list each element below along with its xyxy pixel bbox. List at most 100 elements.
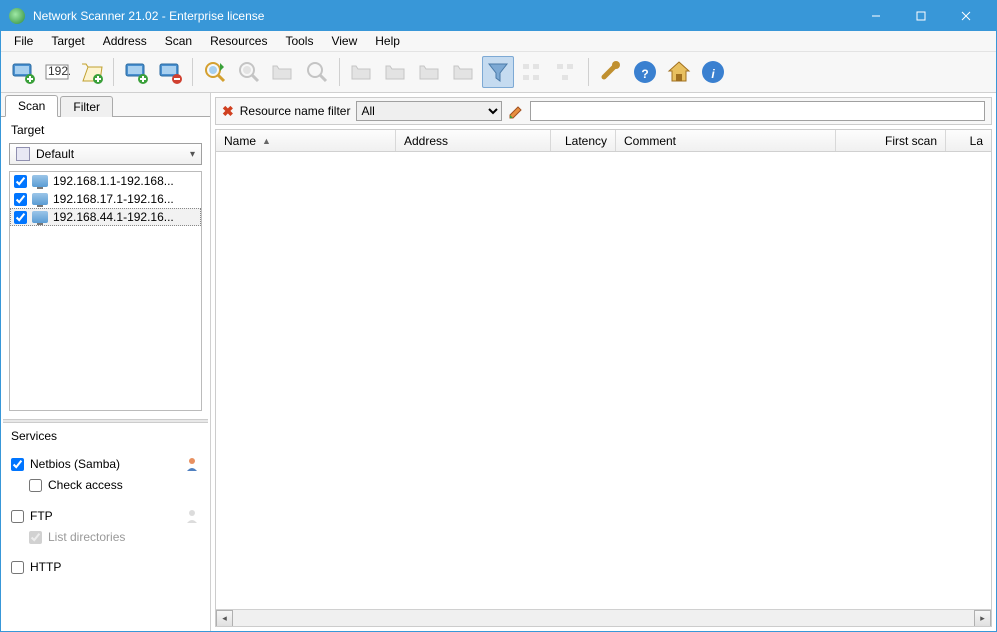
help-button[interactable]: ? [629, 56, 661, 88]
results-table: Name▲ Address Latency Comment First scan… [215, 129, 992, 627]
ftp-label: FTP [30, 509, 53, 523]
folder3-button[interactable] [414, 56, 446, 88]
ftp-list-directories: List directories [11, 527, 200, 547]
left-panel: Scan Filter Target Default ▾ 192.168.1.1… [1, 93, 211, 631]
toolbar-separator [113, 58, 114, 86]
target-row[interactable]: 192.168.1.1-192.168... [10, 172, 201, 190]
column-name[interactable]: Name▲ [216, 130, 396, 151]
services-section-label: Services [1, 423, 210, 447]
window-title: Network Scanner 21.02 - Enterprise licen… [33, 9, 853, 23]
ftp-checkbox[interactable] [11, 510, 24, 523]
window-controls [853, 1, 988, 31]
sort-asc-icon: ▲ [262, 136, 271, 146]
title-bar: Network Scanner 21.02 - Enterprise licen… [1, 1, 996, 31]
tab-filter[interactable]: Filter [60, 96, 113, 117]
column-latency[interactable]: Latency [551, 130, 616, 151]
target-checkbox[interactable] [14, 175, 27, 188]
service-netbios[interactable]: Netbios (Samba) [11, 453, 200, 475]
main-content: Scan Filter Target Default ▾ 192.168.1.1… [1, 93, 996, 631]
target-list[interactable]: 192.168.1.1-192.168... 192.168.17.1-192.… [9, 171, 202, 411]
app-icon [9, 8, 25, 24]
netbios-checkbox[interactable] [11, 458, 24, 471]
netbios-label: Netbios (Samba) [30, 457, 120, 471]
tree2-button[interactable] [550, 56, 582, 88]
edit-filter-icon[interactable] [508, 103, 524, 119]
scroll-left-button[interactable]: ◂ [216, 610, 233, 627]
results-body[interactable] [216, 152, 991, 609]
menu-target[interactable]: Target [42, 32, 93, 50]
target-profile-dropdown[interactable]: Default ▾ [9, 143, 202, 165]
filter-funnel-button[interactable] [482, 56, 514, 88]
target-checkbox[interactable] [14, 193, 27, 206]
profile-icon [16, 147, 30, 161]
menu-view[interactable]: View [322, 32, 366, 50]
toolbar-separator [192, 58, 193, 86]
column-address[interactable]: Address [396, 130, 551, 151]
http-label: HTTP [30, 560, 61, 574]
chevron-down-icon: ▾ [190, 149, 195, 160]
services-panel: Netbios (Samba) Check access FTP List di… [1, 447, 210, 631]
toolbar-separator [588, 58, 589, 86]
options-button[interactable] [595, 56, 627, 88]
column-comment[interactable]: Comment [616, 130, 836, 151]
right-panel: ✖ Resource name filter All Name▲ Address… [211, 93, 996, 631]
maximize-button[interactable] [898, 1, 943, 31]
menu-tools[interactable]: Tools [276, 32, 322, 50]
scan-button[interactable] [199, 56, 231, 88]
device-icon [32, 175, 48, 187]
filter-text-input[interactable] [530, 101, 985, 121]
toolbar: 192.X.X ? i [1, 52, 996, 93]
menu-scan[interactable]: Scan [156, 32, 201, 50]
http-checkbox[interactable] [11, 561, 24, 574]
scroll-right-button[interactable]: ▸ [974, 610, 991, 627]
menu-help[interactable]: Help [366, 32, 409, 50]
target-section-label: Target [1, 117, 210, 141]
svg-text:192.X.X: 192.X.X [48, 64, 70, 78]
folder1-button[interactable] [346, 56, 378, 88]
horizontal-scrollbar[interactable]: ◂ ▸ [216, 609, 991, 626]
column-first-scan[interactable]: First scan [836, 130, 946, 151]
svg-text:?: ? [641, 67, 648, 81]
target-label: 192.168.44.1-192.16... [53, 210, 197, 224]
ip-range-button[interactable]: 192.X.X [41, 56, 73, 88]
folder2-button[interactable] [380, 56, 412, 88]
close-button[interactable] [943, 1, 988, 31]
menu-bar: File Target Address Scan Resources Tools… [1, 31, 996, 52]
device-icon [32, 193, 48, 205]
check-access-checkbox[interactable] [29, 479, 42, 492]
stop-scan-button[interactable] [233, 56, 265, 88]
info-button[interactable]: i [697, 56, 729, 88]
clear-filter-icon[interactable]: ✖ [222, 103, 234, 120]
tab-scan[interactable]: Scan [5, 95, 58, 117]
device-icon [32, 211, 48, 223]
target-profile-value: Default [36, 147, 190, 161]
sidebar-tabs: Scan Filter [1, 93, 210, 117]
home-button[interactable] [663, 56, 695, 88]
menu-resources[interactable]: Resources [201, 32, 276, 50]
folder4-button[interactable] [448, 56, 480, 88]
user-icon [184, 508, 200, 524]
filter-bar: ✖ Resource name filter All [215, 97, 992, 125]
menu-file[interactable]: File [5, 32, 42, 50]
remove-device-button[interactable] [154, 56, 186, 88]
service-http[interactable]: HTTP [11, 557, 200, 577]
filter-type-select[interactable]: All [356, 101, 502, 121]
target-row[interactable]: 192.168.17.1-192.16... [10, 190, 201, 208]
toolbar-separator [339, 58, 340, 86]
target-label: 192.168.1.1-192.168... [53, 174, 197, 188]
target-checkbox[interactable] [14, 211, 27, 224]
add-target-button[interactable] [7, 56, 39, 88]
target-row[interactable]: 192.168.44.1-192.16... [10, 208, 201, 226]
folder-scan-button[interactable] [267, 56, 299, 88]
netbios-check-access[interactable]: Check access [11, 475, 200, 495]
column-last[interactable]: La [946, 130, 991, 151]
minimize-button[interactable] [853, 1, 898, 31]
search-button[interactable] [301, 56, 333, 88]
tree1-button[interactable] [516, 56, 548, 88]
service-ftp[interactable]: FTP [11, 505, 200, 527]
menu-address[interactable]: Address [94, 32, 156, 50]
check-access-label: Check access [48, 478, 123, 492]
list-directories-label: List directories [48, 530, 125, 544]
add-device-button[interactable] [120, 56, 152, 88]
open-file-button[interactable] [75, 56, 107, 88]
